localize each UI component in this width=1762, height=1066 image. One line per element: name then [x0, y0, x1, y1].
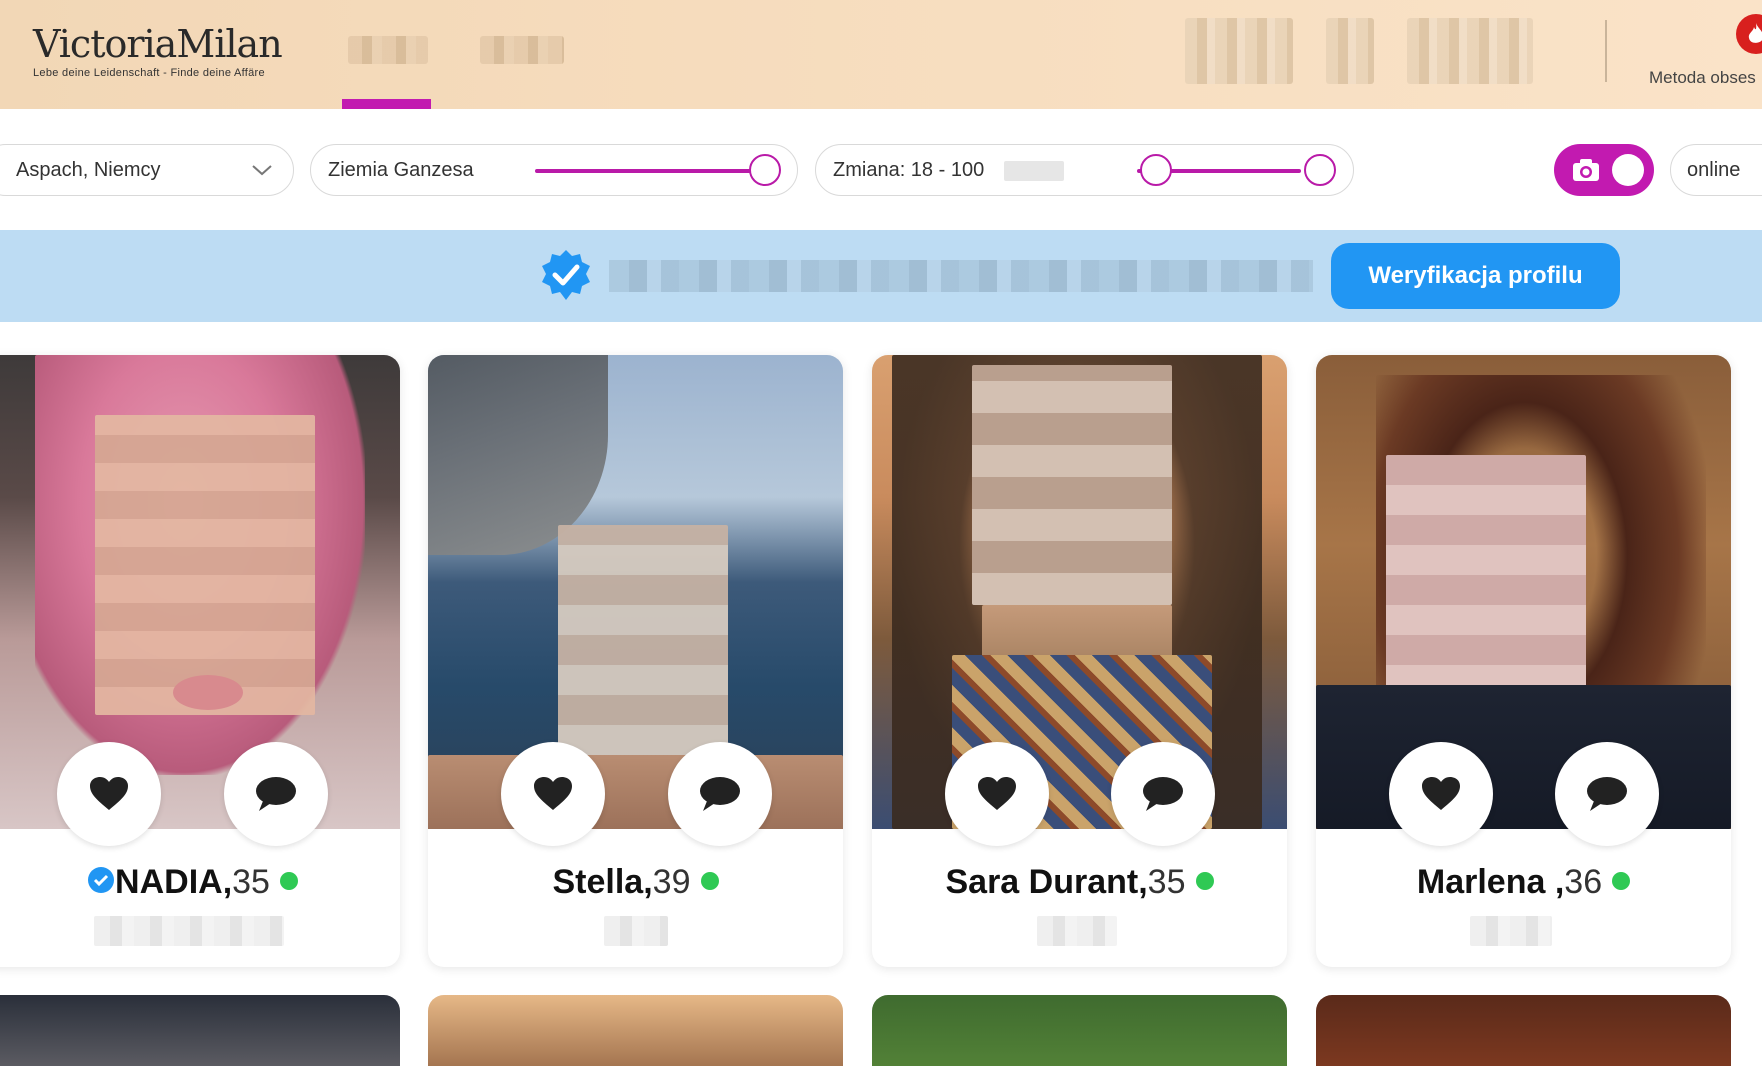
like-button[interactable]	[57, 742, 161, 846]
chat-bubble-icon	[256, 777, 296, 811]
profile-name: Stella,	[552, 863, 653, 901]
header-right-label[interactable]: Metoda obses	[1649, 68, 1756, 88]
age-range-redacted	[1004, 161, 1064, 181]
profile-age: 35	[1147, 863, 1186, 901]
profile-location-redacted	[1037, 916, 1117, 946]
region-slider-filter[interactable]: Ziemia Ganzesa	[310, 144, 798, 196]
profile-name: NADIA,	[115, 863, 233, 901]
message-button[interactable]	[668, 742, 772, 846]
age-slider-min-handle[interactable]	[1140, 154, 1172, 186]
message-button[interactable]	[224, 742, 328, 846]
region-label: Ziemia Ganzesa	[328, 159, 474, 181]
top-header: VictoriaMilan Lebe deine Leidenschaft - …	[0, 0, 1762, 109]
age-slider-max-handle[interactable]	[1304, 154, 1336, 186]
like-button[interactable]	[945, 742, 1049, 846]
age-range-label: Zmiana: 18 - 100	[833, 159, 985, 181]
banner-text-redacted	[609, 260, 1313, 292]
nav-item-2[interactable]	[480, 36, 564, 64]
profile-name: Marlena ,	[1416, 863, 1565, 901]
profile-name-line: Marlena ,36	[1316, 863, 1731, 902]
logo-tagline: Lebe deine Leidenschaft - Finde deine Af…	[33, 67, 265, 79]
heart-icon	[1422, 777, 1460, 810]
message-button[interactable]	[1555, 742, 1659, 846]
header-divider	[1605, 20, 1607, 82]
heart-icon	[978, 777, 1016, 810]
profile-location-redacted	[1470, 916, 1552, 946]
verification-banner: Weryfikacja profilu	[0, 230, 1762, 322]
region-slider-handle[interactable]	[749, 154, 781, 186]
profile-photo[interactable]	[872, 355, 1287, 829]
message-button[interactable]	[1111, 742, 1215, 846]
online-status-dot	[1195, 872, 1214, 891]
profile-card[interactable]: Marlena ,36	[1316, 355, 1731, 967]
header-action-2[interactable]	[1326, 18, 1374, 84]
verify-profile-button[interactable]: Weryfikacja profilu	[1331, 243, 1620, 309]
chat-bubble-icon	[1143, 777, 1183, 811]
nav-active-indicator	[342, 99, 431, 109]
profile-name-line: Stella,39	[428, 863, 843, 902]
profile-location-redacted	[604, 916, 668, 946]
profile-card[interactable]: NADIA,35	[0, 355, 400, 967]
location-value: Aspach, Niemcy	[16, 159, 161, 181]
profile-card-partial[interactable]	[1316, 995, 1731, 1066]
chat-bubble-icon	[1587, 777, 1627, 811]
logo[interactable]: VictoriaMilan Lebe deine Leidenschaft - …	[33, 22, 288, 79]
profile-photo[interactable]	[428, 355, 843, 829]
nav-item-1[interactable]	[348, 36, 428, 64]
photo-only-toggle[interactable]	[1554, 144, 1654, 196]
profile-age: 36	[1564, 863, 1603, 901]
like-button[interactable]	[501, 742, 605, 846]
profile-name-line: NADIA,35	[0, 863, 400, 902]
age-range-filter[interactable]: Zmiana: 18 - 100	[815, 144, 1354, 196]
header-action-3[interactable]	[1407, 18, 1533, 84]
profile-photo[interactable]	[0, 355, 400, 829]
location-select[interactable]: Aspach, Niemcy	[0, 144, 294, 196]
profile-card-partial[interactable]	[0, 995, 400, 1066]
profile-age: 35	[232, 863, 270, 901]
chat-bubble-icon	[700, 777, 740, 811]
online-status-dot	[1612, 872, 1631, 891]
online-status-dot	[700, 872, 719, 891]
toggle-knob	[1612, 154, 1644, 186]
camera-icon	[1573, 159, 1599, 181]
heart-icon	[90, 777, 128, 810]
flame-icon[interactable]	[1736, 14, 1762, 54]
online-filter-label: online	[1687, 159, 1741, 181]
profile-name-line: Sara Durant,35	[872, 863, 1287, 902]
online-status-dot	[279, 872, 298, 891]
profile-card-partial[interactable]	[872, 995, 1287, 1066]
profile-name: Sara Durant,	[945, 863, 1148, 901]
logo-text: VictoriaMilan	[33, 22, 283, 66]
profile-photo[interactable]	[1316, 355, 1731, 829]
online-filter[interactable]: online	[1670, 144, 1762, 196]
like-button[interactable]	[1389, 742, 1493, 846]
profile-location-redacted	[94, 916, 284, 946]
heart-icon	[534, 777, 572, 810]
profile-card[interactable]: Sara Durant,35	[872, 355, 1287, 967]
profile-card-partial[interactable]	[428, 995, 843, 1066]
verified-badge-icon	[88, 867, 115, 894]
chevron-down-icon	[252, 165, 272, 176]
header-action-1[interactable]	[1185, 18, 1293, 84]
profile-age: 39	[652, 863, 691, 901]
profile-card[interactable]: Stella,39	[428, 355, 843, 967]
region-slider-track[interactable]	[535, 169, 765, 173]
verified-badge-icon	[542, 250, 590, 300]
